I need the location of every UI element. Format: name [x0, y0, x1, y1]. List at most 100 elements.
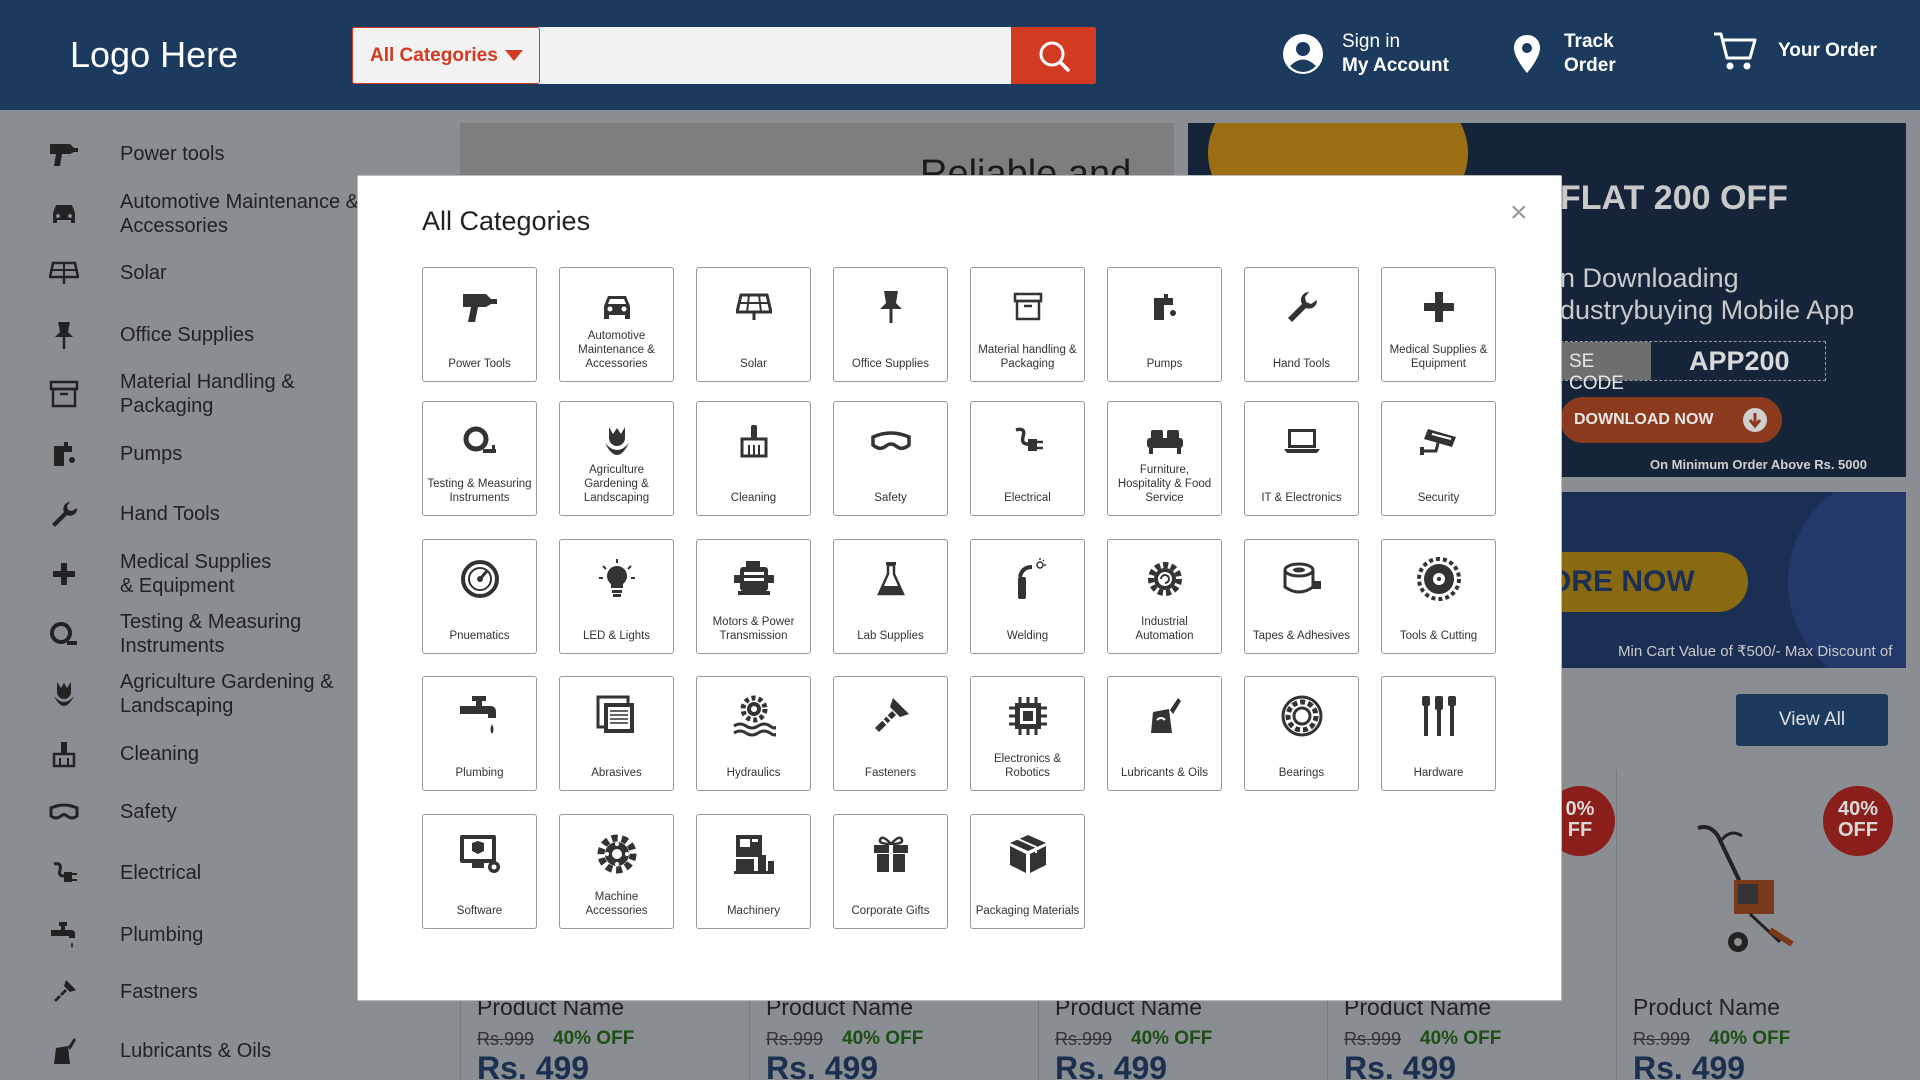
product-price: Rs. 499 — [1344, 1050, 1457, 1080]
category-tile-agriculture[interactable]: Agriculture Gardening & Landscaping — [559, 401, 674, 516]
product-discount: 40% OFF — [1420, 1028, 1502, 1049]
category-tile-cleaning[interactable]: Cleaning — [696, 401, 811, 516]
product-discount: 40% OFF — [1131, 1028, 1213, 1049]
category-tile-hardware[interactable]: Hardware — [1381, 676, 1496, 791]
sidebar-item-agriculture[interactable]: Agriculture Gardening & Landscaping — [40, 670, 340, 718]
category-tile-power-tools[interactable]: Power Tools — [422, 267, 537, 382]
goggles-icon — [834, 402, 947, 464]
product-discount: 40% OFF — [1709, 1028, 1791, 1049]
view-all-button[interactable]: View All — [1736, 694, 1888, 746]
logo[interactable]: Logo Here — [70, 34, 238, 76]
download-text-line1: n Downloading — [1560, 263, 1739, 293]
category-tile-pneumatics[interactable]: Pnuematics — [422, 539, 537, 654]
your-order-link[interactable]: Your Order — [1712, 30, 1877, 72]
hero-banner[interactable]: Reliable and — [460, 123, 1174, 183]
category-tile-medical[interactable]: Medical Supplies & Equipment — [1381, 267, 1496, 382]
category-tile-hand-tools[interactable]: Hand Tools — [1244, 267, 1359, 382]
category-tile-pumps[interactable]: Pumps — [1107, 267, 1222, 382]
category-tile-automotive[interactable]: Automotive Maintenance & Accessories — [559, 267, 674, 382]
badge-off: OFF — [1838, 819, 1878, 841]
download-now-button[interactable]: DOWNLOAD NOW — [1560, 397, 1782, 443]
product-old-price: Rs.999 — [766, 1029, 824, 1049]
category-tile-lab-supplies[interactable]: Lab Supplies — [833, 539, 948, 654]
category-tile-welding[interactable]: Welding — [970, 539, 1085, 654]
search-bar: All Categories — [352, 27, 1096, 84]
sidebar-item-plumbing[interactable]: Plumbing — [40, 920, 203, 950]
category-tile-office-supplies[interactable]: Office Supplies — [833, 267, 948, 382]
category-tile-lubricants[interactable]: Lubricants & Oils — [1107, 676, 1222, 791]
category-tile-hydraulics[interactable]: Hydraulics — [696, 676, 811, 791]
sidebar-item-material-handling[interactable]: Material Handling & Packaging — [40, 370, 300, 418]
screw-icon — [40, 978, 88, 1006]
category-tile-label: Furniture, Hospitality & Food Service — [1117, 464, 1212, 504]
category-tile-tapes-adhesives[interactable]: Tapes & Adhesives — [1244, 539, 1359, 654]
category-tile-solar[interactable]: Solar — [696, 267, 811, 382]
category-tile-bearings[interactable]: Bearings — [1244, 676, 1359, 791]
motor-icon — [697, 540, 810, 602]
category-tile-motors[interactable]: Motors & Power Transmission — [696, 539, 811, 654]
sign-in-link[interactable]: Sign in My Account — [1282, 30, 1449, 78]
product-price: Rs. 499 — [1633, 1050, 1746, 1080]
sidebar-item-safety[interactable]: Safety — [40, 800, 177, 824]
sidebar-item-testing-measuring[interactable]: Testing & Measuring Instruments — [40, 610, 320, 658]
product-discount: 40% OFF — [842, 1028, 924, 1049]
product-discount: 40% OFF — [553, 1028, 635, 1049]
sidebar-item-pumps[interactable]: Pumps — [40, 440, 182, 468]
sidebar-item-office-supplies[interactable]: Office Supplies — [40, 320, 254, 350]
category-tile-machinery[interactable]: Machinery — [696, 814, 811, 929]
broom-icon — [40, 740, 88, 768]
category-tile-label: Medical Supplies & Equipment — [1389, 344, 1488, 370]
category-tile-software[interactable]: Software — [422, 814, 537, 929]
category-tile-electronics-robotics[interactable]: Electronics & Robotics — [970, 676, 1085, 791]
category-tile-safety[interactable]: Safety — [833, 401, 948, 516]
sidebar-item-solar[interactable]: Solar — [40, 260, 167, 286]
faucet-icon — [423, 677, 536, 739]
category-tile-it-electronics[interactable]: IT & Electronics — [1244, 401, 1359, 516]
sidebar-item-power-tools[interactable]: Power tools — [40, 140, 225, 168]
category-tile-label: Cleaning — [730, 492, 777, 504]
category-sidebar: Power tools Automotive Maintenance & Acc… — [0, 110, 360, 1080]
category-tile-fasteners[interactable]: Fasteners — [833, 676, 948, 791]
category-tile-packaging-materials[interactable]: Packaging Materials — [970, 814, 1085, 929]
sidebar-item-label: Office Supplies — [120, 324, 255, 346]
category-tile-testing-measuring[interactable]: Testing & Measuring Instruments — [422, 401, 537, 516]
sidebar-item-electrical[interactable]: Electrical — [40, 860, 201, 886]
sidebar-item-automotive[interactable]: Automotive Maintenance & Accessories — [40, 190, 365, 238]
category-tile-plumbing[interactable]: Plumbing — [422, 676, 537, 791]
category-tile-label: Packaging Materials — [975, 905, 1080, 917]
track-order-link[interactable]: Track Order — [1512, 30, 1616, 78]
sidebar-item-fastners[interactable]: Fastners — [40, 978, 198, 1006]
close-icon[interactable]: × — [1510, 198, 1528, 228]
sidebar-item-label: Medical Supplies & Equipment — [120, 551, 272, 597]
category-tile-machine-accessories[interactable]: Machine Accessories — [559, 814, 674, 929]
category-tile-label: Machinery — [726, 905, 781, 917]
category-tile-furniture[interactable]: Furniture, Hospitality & Food Service — [1107, 401, 1222, 516]
category-tile-label: Machine Accessories — [585, 891, 648, 917]
category-tile-industrial-automation[interactable]: Industrial Automation — [1107, 539, 1222, 654]
product-old-price: Rs.999 — [1055, 1029, 1113, 1049]
gift-icon — [834, 815, 947, 877]
pump-icon — [40, 440, 88, 468]
tulip-icon — [40, 680, 88, 708]
promo-code-label: SE CODE — [1561, 342, 1651, 394]
sidebar-item-medical-supplies[interactable]: Medical Supplies & Equipment — [40, 550, 290, 598]
search-button[interactable] — [1011, 27, 1096, 84]
category-tile-label: Welding — [1006, 630, 1049, 642]
gear-cycle-icon — [1108, 540, 1221, 602]
category-tile-tools-cutting[interactable]: Tools & Cutting — [1381, 539, 1496, 654]
sidebar-item-cleaning[interactable]: Cleaning — [40, 740, 199, 768]
category-tile-electrical[interactable]: Electrical — [970, 401, 1085, 516]
sidebar-item-lubricants[interactable]: Lubricants & Oils — [40, 1036, 271, 1066]
category-tile-corporate-gifts[interactable]: Corporate Gifts — [833, 814, 948, 929]
category-tile-material-handling[interactable]: Material handling & Packaging — [970, 267, 1085, 382]
drill-icon — [40, 140, 88, 168]
category-select[interactable]: All Categories — [352, 27, 540, 84]
sidebar-item-hand-tools[interactable]: Hand Tools — [40, 500, 220, 528]
category-tile-security[interactable]: Security — [1381, 401, 1496, 516]
category-tile-abrasives[interactable]: Abrasives — [559, 676, 674, 791]
category-tile-label: Security — [1417, 492, 1460, 504]
category-tile-led-lights[interactable]: LED & Lights — [559, 539, 674, 654]
archive-box-icon — [971, 268, 1084, 330]
bearing-icon — [1245, 677, 1358, 739]
search-input[interactable] — [542, 27, 1002, 84]
